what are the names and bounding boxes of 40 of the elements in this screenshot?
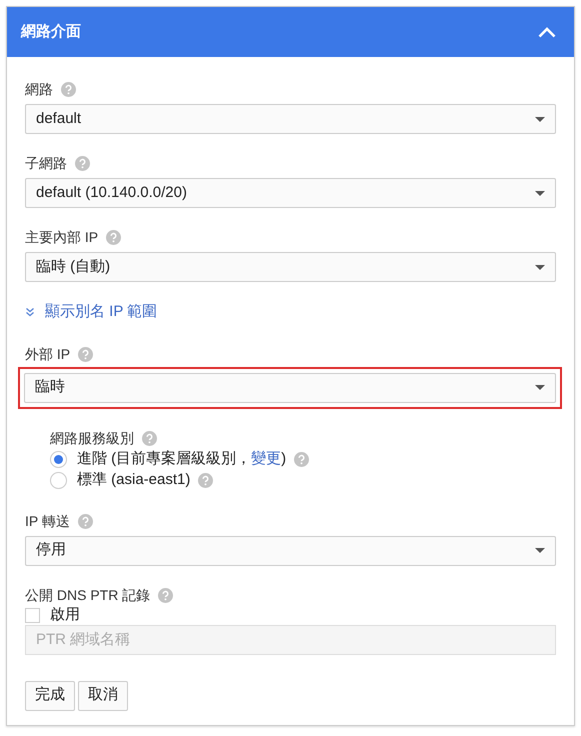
action-button[interactable]: 完成 [25,680,75,710]
double-chevron-icon [25,307,35,318]
dropdown-caret-icon [535,264,545,270]
option-label: 進階 (目前專案層級級別，變更) [77,448,286,469]
dropdown-caret-icon [535,116,545,122]
select-field[interactable]: 臨時 (自動) [25,252,556,282]
help-icon[interactable] [78,346,94,362]
field-label: 網路服務級別 [50,428,134,448]
help-icon[interactable] [75,156,90,171]
change-link[interactable]: 變更 [251,450,282,467]
field-label: 網路 [25,80,53,99]
help-icon[interactable] [158,588,174,602]
collapse-icon[interactable] [538,26,556,38]
field-label: 主要內部 IP [25,228,98,247]
help-icon[interactable] [61,82,76,97]
option-label: 標準 (asia-east1) [77,470,190,490]
dropdown-caret-icon [535,385,545,390]
field-label: IP 轉送 [25,512,70,530]
help-icon[interactable] [142,430,157,446]
panel-header[interactable]: 網路介面 [7,7,574,57]
dropdown-caret-icon [535,548,545,553]
help-icon[interactable] [78,514,93,528]
checkbox[interactable] [25,608,40,622]
dropdown-caret-icon [535,190,545,196]
select-field[interactable]: default (10.140.0.0/20) [25,178,556,208]
field-label: 外部 IP [25,344,70,364]
field-label: 子網路 [25,154,67,173]
radio-button[interactable] [50,472,67,488]
field-label: 公開 DNS PTR 記錄 [25,586,150,604]
select-field[interactable]: default [25,104,556,134]
radio-button[interactable] [50,450,67,468]
action-button[interactable]: 取消 [78,680,128,710]
help-icon[interactable] [198,472,214,488]
help-icon[interactable] [294,452,310,466]
checkbox-label: 啟用 [50,604,80,625]
select-field[interactable]: 臨時 [24,372,556,402]
expand-link[interactable]: 顯示別名 IP 範圍 [25,301,158,324]
select-field[interactable]: 停用 [25,536,556,566]
panel-title: 網路介面 [21,22,81,42]
help-icon[interactable] [106,230,122,245]
